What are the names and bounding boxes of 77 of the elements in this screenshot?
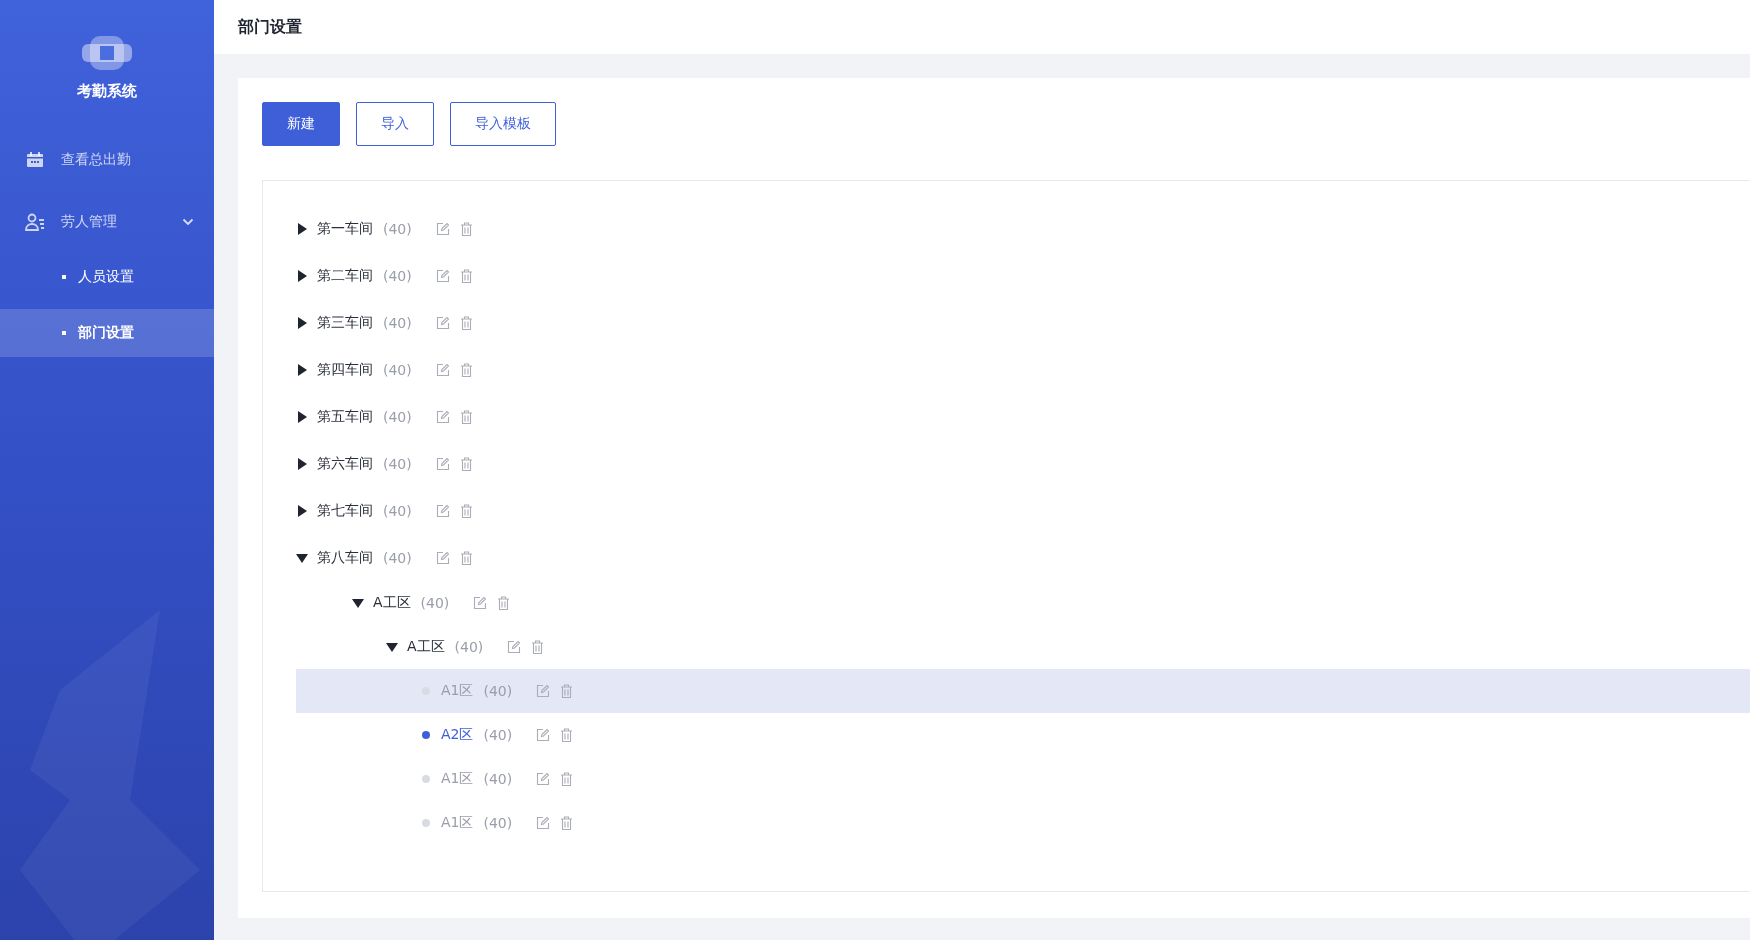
new-button[interactable]: 新建	[262, 102, 340, 146]
edit-icon[interactable]	[536, 772, 551, 786]
collapse-triangle-icon[interactable]	[352, 597, 364, 609]
edit-icon[interactable]	[435, 268, 450, 283]
edit-icon[interactable]	[435, 362, 450, 377]
node-label[interactable]: 第三车间	[317, 313, 373, 332]
delete-icon[interactable]	[459, 315, 473, 330]
delete-icon[interactable]	[560, 728, 574, 742]
delete-icon[interactable]	[560, 816, 574, 830]
app-name: 考勤系统	[77, 82, 137, 101]
node-label[interactable]: 第七车间	[317, 501, 373, 520]
edit-icon[interactable]	[435, 456, 450, 471]
menu-item[interactable]: 劳人管理	[0, 191, 214, 253]
expand-triangle-icon[interactable]	[296, 504, 308, 517]
node-label[interactable]: A工区	[373, 594, 411, 612]
tree-row[interactable]: A2区 (40)	[296, 713, 1750, 757]
edit-icon[interactable]	[536, 684, 551, 698]
user-list-icon	[25, 213, 45, 231]
expand-triangle-icon[interactable]	[296, 410, 308, 423]
collapse-triangle-icon[interactable]	[296, 551, 308, 564]
node-count: (40)	[483, 815, 513, 831]
node-count: (40)	[383, 314, 412, 331]
delete-icon[interactable]	[459, 362, 473, 377]
node-count: (40)	[383, 220, 412, 237]
calendar-icon	[25, 152, 45, 168]
expand-triangle-icon[interactable]	[296, 457, 308, 470]
node-count: (40)	[383, 549, 412, 566]
edit-icon[interactable]	[507, 640, 522, 654]
delete-icon[interactable]	[560, 684, 574, 698]
expand-triangle-icon[interactable]	[296, 363, 308, 376]
import-button[interactable]: 导入	[356, 102, 434, 146]
node-label[interactable]: 第八车间	[317, 548, 373, 567]
node-count: (40)	[383, 408, 412, 425]
submenu-item[interactable]: 部门设置	[0, 309, 214, 357]
chevron-icon	[182, 218, 194, 226]
edit-icon[interactable]	[435, 221, 450, 236]
expand-triangle-icon[interactable]	[296, 316, 308, 329]
delete-icon[interactable]	[459, 268, 473, 283]
collapse-triangle-icon[interactable]	[386, 641, 398, 653]
node-label[interactable]: 第四车间	[317, 360, 373, 379]
edit-icon[interactable]	[435, 550, 450, 565]
edit-icon[interactable]	[473, 596, 488, 610]
delete-icon[interactable]	[560, 772, 574, 786]
edit-icon[interactable]	[435, 503, 450, 518]
node-count: (40)	[383, 455, 412, 472]
delete-icon[interactable]	[459, 221, 473, 236]
node-count: (40)	[420, 595, 450, 611]
submenu-item[interactable]: 人员设置	[0, 253, 214, 301]
node-label[interactable]: 第一车间	[317, 219, 373, 238]
node-count: (40)	[383, 361, 412, 378]
node-label[interactable]: 第六车间	[317, 454, 373, 473]
node-count: (40)	[454, 639, 484, 655]
node-count: (40)	[483, 771, 513, 787]
delete-icon[interactable]	[459, 409, 473, 424]
node-count: (40)	[483, 683, 513, 699]
node-label[interactable]: 第二车间	[317, 266, 373, 285]
expand-triangle-icon[interactable]	[296, 222, 308, 235]
node-count: (40)	[383, 267, 412, 284]
delete-icon[interactable]	[459, 456, 473, 471]
expand-triangle-icon[interactable]	[296, 269, 308, 282]
delete-icon[interactable]	[531, 640, 545, 654]
node-label[interactable]: A工区	[407, 638, 445, 656]
import-button[interactable]: 导入模板	[450, 102, 556, 146]
node-count: (40)	[383, 502, 412, 519]
edit-icon[interactable]	[536, 816, 551, 830]
logo-icon	[82, 36, 132, 70]
edit-icon[interactable]	[536, 728, 551, 742]
edit-icon[interactable]	[435, 315, 450, 330]
edit-icon[interactable]	[435, 409, 450, 424]
menu-item[interactable]: 查看总出勤	[0, 129, 214, 191]
delete-icon[interactable]	[459, 550, 473, 565]
page-title: 部门设置	[238, 16, 302, 38]
node-count: (40)	[483, 727, 513, 743]
node-label[interactable]: A2区	[441, 726, 474, 744]
delete-icon[interactable]	[497, 596, 511, 610]
delete-icon[interactable]	[459, 503, 473, 518]
node-label[interactable]: 第五车间	[317, 407, 373, 426]
